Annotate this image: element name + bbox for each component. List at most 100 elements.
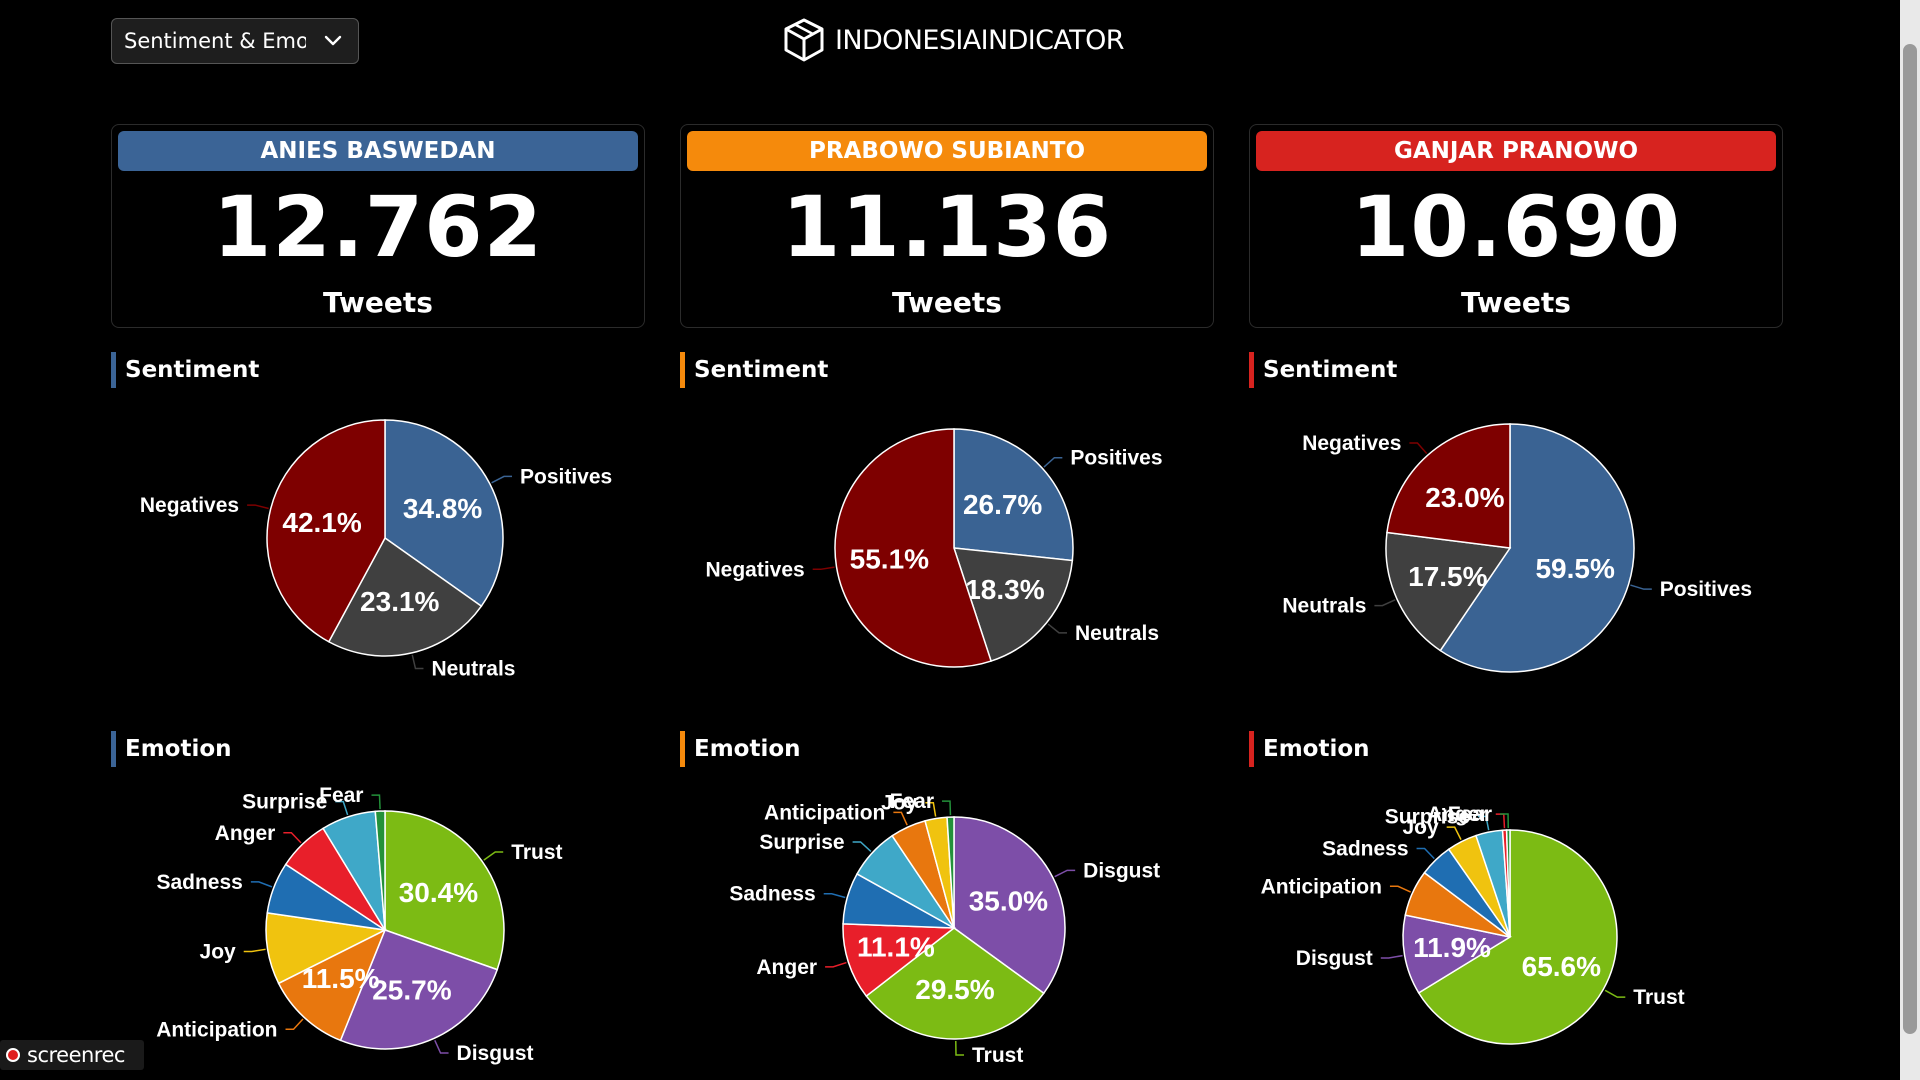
slice-label-anticipation: Anticipation xyxy=(764,801,885,824)
emotion-pie-chart-anies: Trust 30.4% Disgust 25.7% Anticipation 11.5% J… xyxy=(156,784,562,1065)
slice-percent-disgust: 11.9% xyxy=(1413,932,1491,963)
tweet-count-unit: Tweets xyxy=(323,286,433,319)
slice-label-disgust: Disgust xyxy=(457,1042,534,1065)
slice-label-disgust: Disgust xyxy=(1296,947,1373,970)
tweet-count: 11.136 xyxy=(781,178,1113,276)
leader-line-negatives xyxy=(812,566,835,571)
sentiment-pie-chart-ganjar: Positives 59.5% Neutrals 17.5% Negatives 23.0… xyxy=(1282,423,1752,673)
slice-label-positives: Positives xyxy=(520,465,612,488)
slice-label-anger: Anger xyxy=(756,956,817,979)
leader-line-positives xyxy=(1630,584,1652,590)
leader-line-neutrals xyxy=(411,654,424,670)
slice-label-neutrals: Neutrals xyxy=(1282,595,1366,618)
slice-label-fear: Fear xyxy=(319,784,363,807)
emotion-pie-chart-ganjar: Trust 65.6% Disgust 11.9% Anticipation Sadnes… xyxy=(1261,803,1685,1045)
leader-line-sadness xyxy=(1416,847,1435,860)
slice-percent-negatives: 23.0% xyxy=(1425,482,1504,513)
leader-line-disgust xyxy=(1380,954,1403,959)
candidate-name-badge: ANIES BASWEDAN xyxy=(118,131,638,171)
leader-line-trust xyxy=(483,851,504,861)
sentiment-section-title: Sentiment xyxy=(111,352,259,388)
leader-line-sadness xyxy=(250,881,273,888)
slice-percent-disgust: 35.0% xyxy=(969,885,1048,916)
view-selector-dropdown[interactable]: Sentiment & Emotion xyxy=(111,18,359,64)
slice-percent-neutrals: 23.1% xyxy=(360,586,439,617)
tweet-count-unit: Tweets xyxy=(1461,286,1571,319)
slice-percent-disgust: 25.7% xyxy=(372,975,451,1006)
sentiment-section-title: Sentiment xyxy=(680,352,828,388)
leader-line-fear xyxy=(942,800,952,816)
slice-percent-trust: 30.4% xyxy=(399,877,478,908)
slice-label-surprise: Surprise xyxy=(242,791,327,814)
slice-label-trust: Trust xyxy=(511,841,562,864)
record-icon xyxy=(6,1048,20,1062)
leader-line-disgust xyxy=(434,1039,449,1054)
scrollbar-thumb[interactable] xyxy=(1903,44,1917,1034)
emotion-section-title: Emotion xyxy=(111,731,232,767)
leader-line-anger xyxy=(825,961,847,968)
slice-label-neutrals: Neutrals xyxy=(1075,622,1159,645)
slice-label-neutrals: Neutrals xyxy=(431,657,515,680)
leader-line-neutrals xyxy=(1374,599,1396,607)
slice-percent-trust: 29.5% xyxy=(915,974,994,1005)
leader-line-positives xyxy=(1043,456,1063,468)
slice-percent-neutrals: 17.5% xyxy=(1408,561,1487,592)
tweet-count: 12.762 xyxy=(212,178,544,276)
leader-line-positives xyxy=(491,475,513,484)
leader-line-neutrals xyxy=(1047,623,1068,634)
brand-logo: INDONESIAINDICATOR xyxy=(783,16,1124,64)
leader-line-joy xyxy=(1446,826,1462,840)
cube-logo-icon xyxy=(784,18,824,62)
leader-line-sadness xyxy=(823,892,846,899)
leader-line-disgust xyxy=(1054,869,1076,878)
slice-label-trust: Trust xyxy=(1633,986,1684,1009)
slice-label-trust: Trust xyxy=(972,1044,1023,1067)
slice-label-joy: Joy xyxy=(200,941,237,964)
candidate-name-badge: PRABOWO SUBIANTO xyxy=(687,131,1207,171)
tweet-count: 10.690 xyxy=(1350,178,1682,276)
slice-label-fear: Fear xyxy=(890,790,934,813)
slice-label-surprise: Surprise xyxy=(759,831,844,854)
slice-label-negatives: Negatives xyxy=(140,494,239,517)
tweet-count-unit: Tweets xyxy=(892,286,1002,319)
slice-label-negatives: Negatives xyxy=(1302,432,1401,455)
recorder-label: screenrec xyxy=(27,1043,125,1067)
slice-percent-negatives: 55.1% xyxy=(850,543,929,574)
leader-line-anticipation xyxy=(285,1018,304,1031)
slice-label-negatives: Negatives xyxy=(705,558,804,581)
emotion-pie-chart-prabowo: Disgust 35.0% Trust 29.5% Anger 11.1% Sadness S… xyxy=(729,790,1160,1067)
leader-line-negatives xyxy=(1409,442,1428,454)
emotion-section-title: Emotion xyxy=(680,731,801,767)
leader-line-negatives xyxy=(247,504,269,510)
slice-percent-positives: 26.7% xyxy=(963,489,1042,520)
slice-label-disgust: Disgust xyxy=(1083,859,1160,882)
slice-percent-neutrals: 18.3% xyxy=(965,574,1044,605)
slice-percent-trust: 65.6% xyxy=(1522,951,1601,982)
candidate-name-badge: GANJAR PRANOWO xyxy=(1256,131,1776,171)
slice-label-positives: Positives xyxy=(1660,578,1752,601)
slice-label-anticipation: Anticipation xyxy=(1261,875,1382,898)
slice-label-anticipation: Anticipation xyxy=(156,1018,277,1041)
leader-line-anger xyxy=(1495,813,1506,829)
sentiment-pie-chart-prabowo: Positives 26.7% Neutrals 18.3% Negatives 55.1… xyxy=(705,428,1163,668)
brand-name: INDONESIAINDICATOR xyxy=(835,24,1124,56)
slice-percent-anticipation: 11.5% xyxy=(302,963,380,994)
chevron-down-icon xyxy=(322,30,344,52)
sentiment-section-title: Sentiment xyxy=(1249,352,1397,388)
emotion-section-title: Emotion xyxy=(1249,731,1370,767)
page-scrollbar[interactable] xyxy=(1900,0,1920,1080)
leader-line-anger xyxy=(283,832,302,844)
view-selector-value: Sentiment & Emotion xyxy=(124,29,306,53)
slice-label-fear: Fear xyxy=(1448,803,1492,826)
sentiment-pie-chart-anies: Positives 34.8% Neutrals 23.1% Negatives 42.1… xyxy=(140,419,612,680)
slice-percent-positives: 34.8% xyxy=(403,493,482,524)
slice-percent-anger: 11.1% xyxy=(857,932,935,963)
leader-line-anticipation xyxy=(1389,885,1412,893)
slice-label-sadness: Sadness xyxy=(729,883,815,906)
slice-label-positives: Positives xyxy=(1070,447,1162,470)
leader-line-trust xyxy=(1604,989,1626,998)
slice-label-sadness: Sadness xyxy=(156,871,242,894)
slice-label-anger: Anger xyxy=(215,822,276,845)
slice-label-sadness: Sadness xyxy=(1322,838,1408,861)
slice-percent-negatives: 42.1% xyxy=(282,507,361,538)
